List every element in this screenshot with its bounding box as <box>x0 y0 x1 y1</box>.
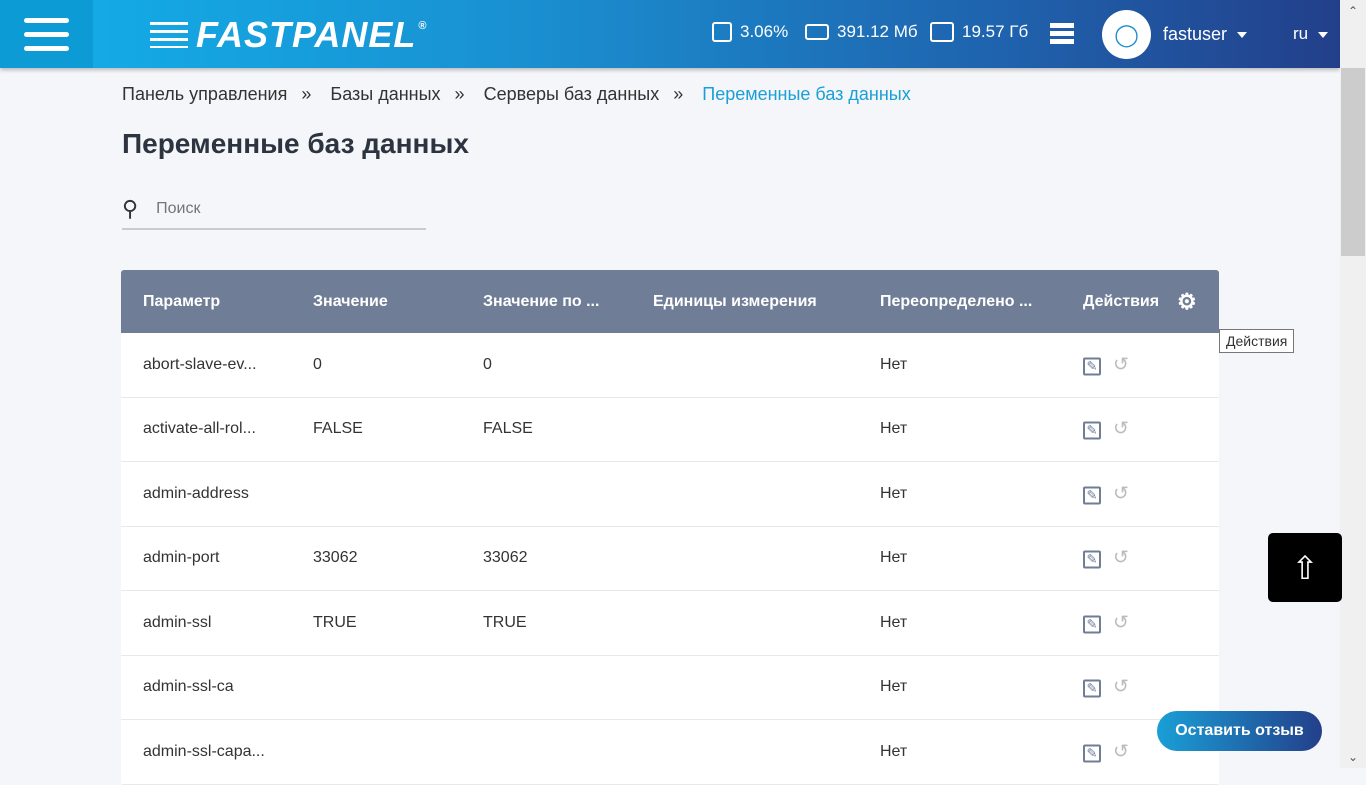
user-icon: ◯ <box>1114 21 1139 47</box>
scrollbar-thumb[interactable] <box>1341 68 1365 256</box>
param-cell: admin-ssl-capa... <box>143 742 265 760</box>
reset-icon[interactable]: ↺ <box>1113 353 1129 376</box>
overridden-cell: Нет <box>880 549 908 567</box>
server-icon[interactable] <box>1050 23 1074 44</box>
param-cell: activate-all-rol... <box>143 420 256 438</box>
overridden-cell: Нет <box>880 355 908 373</box>
table-header: Параметр Значение Значение по ... Единиц… <box>121 270 1219 333</box>
edit-icon[interactable]: ✎ <box>1083 744 1101 763</box>
param-cell: admin-ssl <box>143 613 212 631</box>
search-box: ⚲ <box>122 190 426 230</box>
overridden-cell: Нет <box>880 420 908 438</box>
breadcrumb-separator: » <box>454 84 465 104</box>
edit-icon[interactable]: ✎ <box>1083 421 1101 440</box>
table-row: activate-all-rol... FALSE FALSE Нет ✎ ↺ <box>121 398 1219 462</box>
value-cell: TRUE <box>313 613 357 631</box>
search-input[interactable] <box>156 200 364 218</box>
variables-table: Параметр Значение Значение по ... Единиц… <box>121 270 1219 785</box>
chevron-down-icon <box>1237 32 1248 39</box>
table-row: admin-ssl TRUE TRUE Нет ✎ ↺ <box>121 591 1219 656</box>
page-title: Переменные баз данных <box>122 128 469 159</box>
default-cell: TRUE <box>483 613 527 631</box>
breadcrumb-separator: » <box>673 84 684 104</box>
chevron-down-icon <box>1318 31 1329 38</box>
ram-value: 391.12 Мб <box>837 22 918 41</box>
logo[interactable]: FASTPANEL ® <box>150 14 427 56</box>
column-param[interactable]: Параметр <box>143 293 220 311</box>
disk-value: 19.57 Гб <box>962 22 1029 41</box>
edit-icon[interactable]: ✎ <box>1083 357 1101 376</box>
top-header: FASTPANEL ® 3.06% 391.12 Мб 19.57 Гб ◯ fa… <box>0 0 1340 68</box>
breadcrumb-separator: » <box>301 84 312 104</box>
default-cell: FALSE <box>483 420 533 438</box>
reset-icon[interactable]: ↺ <box>1113 482 1129 505</box>
breadcrumb-databases[interactable]: Базы данных <box>330 84 440 104</box>
logo-text: FASTPANEL <box>196 14 417 55</box>
edit-icon[interactable]: ✎ <box>1083 679 1101 698</box>
reset-icon[interactable]: ↺ <box>1113 740 1129 763</box>
table-row: admin-address Нет ✎ ↺ <box>121 462 1219 527</box>
actions-cell: ✎ ↺ <box>1083 418 1129 441</box>
actions-cell: ✎ ↺ <box>1083 611 1129 634</box>
menu-button[interactable] <box>0 0 93 68</box>
default-cell: 33062 <box>483 549 528 567</box>
default-cell: 0 <box>483 355 492 373</box>
username: fastuser <box>1163 24 1228 44</box>
actions-cell: ✎ ↺ <box>1083 353 1129 376</box>
actions-cell: ✎ ↺ <box>1083 740 1129 763</box>
cpu-stat: 3.06% <box>712 22 788 42</box>
value-cell: 0 <box>313 355 322 373</box>
edit-icon[interactable]: ✎ <box>1083 550 1101 569</box>
reset-icon[interactable]: ↺ <box>1113 676 1129 699</box>
param-cell: admin-ssl-ca <box>143 678 234 696</box>
column-value[interactable]: Значение <box>313 293 388 311</box>
tooltip: Действия <box>1219 329 1295 353</box>
feedback-button[interactable]: Оставить отзыв <box>1157 711 1322 751</box>
disk-icon <box>930 22 954 42</box>
table-row: admin-ssl-capa... Нет ✎ ↺ <box>121 720 1219 785</box>
reset-icon[interactable]: ↺ <box>1113 547 1129 570</box>
table-row: admin-ssl-ca Нет ✎ ↺ <box>121 656 1219 720</box>
ram-stat: 391.12 Мб <box>805 22 918 42</box>
actions-cell: ✎ ↺ <box>1083 482 1129 505</box>
actions-cell: ✎ ↺ <box>1083 676 1129 699</box>
overridden-cell: Нет <box>880 742 908 760</box>
language-value: ru <box>1293 24 1309 43</box>
breadcrumb: Панель управления » Базы данных » Серверы … <box>122 84 925 105</box>
reset-icon[interactable]: ↺ <box>1113 418 1129 441</box>
column-actions: Действия <box>1083 292 1160 310</box>
column-overridden[interactable]: Переопределено ... <box>880 293 1032 311</box>
user-menu[interactable]: fastuser <box>1163 24 1248 45</box>
search-icon: ⚲ <box>122 196 139 221</box>
overridden-cell: Нет <box>880 678 908 696</box>
param-cell: admin-port <box>143 549 220 567</box>
param-cell: admin-address <box>143 484 249 502</box>
ram-icon <box>805 24 829 40</box>
breadcrumb-current: Переменные баз данных <box>702 84 911 104</box>
disk-stat: 19.57 Гб <box>930 22 1028 42</box>
table-row: abort-slave-ev... 0 0 Нет ✎ ↺ <box>121 333 1219 398</box>
overridden-cell: Нет <box>880 484 908 502</box>
param-cell: abort-slave-ev... <box>143 355 257 373</box>
home-badge-icon[interactable]: ⇧ <box>1268 533 1342 602</box>
reset-icon[interactable]: ↺ <box>1113 611 1129 634</box>
column-units[interactable]: Единицы измерения <box>653 293 817 311</box>
edit-icon[interactable]: ✎ <box>1083 486 1101 505</box>
value-cell: FALSE <box>313 420 363 438</box>
cpu-icon <box>712 22 732 42</box>
actions-cell: ✎ ↺ <box>1083 547 1129 570</box>
value-cell: 33062 <box>313 549 358 567</box>
edit-icon[interactable]: ✎ <box>1083 615 1101 634</box>
gear-icon[interactable]: ⚙ <box>1177 289 1197 315</box>
cpu-value: 3.06% <box>740 22 789 41</box>
avatar[interactable]: ◯ <box>1102 10 1151 59</box>
breadcrumb-dashboard[interactable]: Панель управления <box>122 84 287 104</box>
breadcrumb-db-servers[interactable]: Серверы баз данных <box>484 84 660 104</box>
column-default[interactable]: Значение по ... <box>483 293 599 311</box>
language-select[interactable]: ru <box>1293 24 1329 44</box>
table-row: admin-port 33062 33062 Нет ✎ ↺ <box>121 527 1219 591</box>
overridden-cell: Нет <box>880 613 908 631</box>
